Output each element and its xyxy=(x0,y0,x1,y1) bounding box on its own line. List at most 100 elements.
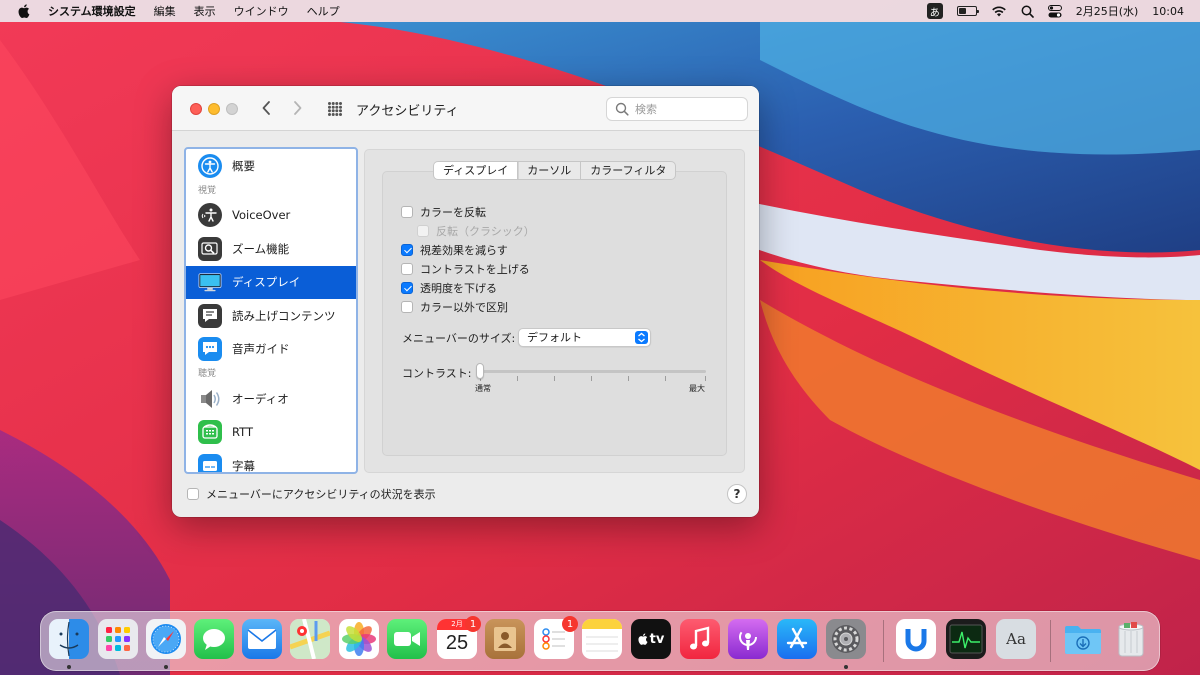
mail-icon[interactable] xyxy=(242,619,282,659)
sidebar-item-label: 概要 xyxy=(232,158,255,173)
back-chevron-icon[interactable] xyxy=(260,99,274,117)
search-input[interactable] xyxy=(635,102,745,116)
input-method-icon[interactable]: あ xyxy=(926,3,943,19)
display-monitor-icon xyxy=(198,270,222,294)
reduce-transparency-checkbox[interactable] xyxy=(401,282,413,294)
increase-contrast-checkbox[interactable] xyxy=(401,263,413,275)
sidebar-item-spoken-content[interactable]: 読み上げコンテンツ xyxy=(186,299,356,333)
reduce-motion-option[interactable]: 視差効果を減らす xyxy=(401,242,508,258)
app-store-icon[interactable] xyxy=(777,619,817,659)
photos-icon[interactable] xyxy=(339,619,379,659)
forward-chevron-icon[interactable] xyxy=(290,99,304,117)
slider-tick xyxy=(517,376,518,381)
accessibility-sidebar[interactable]: 概要 視覚 VoiceOver ズーム機能 ディスプレイ 読み上げコンテンツ 音… xyxy=(184,147,358,474)
search-field[interactable] xyxy=(606,97,748,121)
activity-monitor-icon[interactable] xyxy=(946,619,986,659)
running-indicator xyxy=(164,665,168,669)
display-tabs: ディスプレイ カーソル カラーフィルタ xyxy=(433,161,677,180)
zoom-window-button[interactable] xyxy=(226,103,238,115)
sidebar-item-label: 読み上げコンテンツ xyxy=(232,308,336,323)
messages-icon[interactable] xyxy=(194,619,234,659)
display-options-box: カラーを反転 反転（クラシック） 視差効果を減らす コントラストを上げる 透明度… xyxy=(382,171,727,456)
menubar-date[interactable]: 2月25日(水) xyxy=(1076,3,1139,19)
sidebar-section-vision: 視覚 xyxy=(198,185,217,196)
music-icon[interactable] xyxy=(680,619,720,659)
tab-color-filters[interactable]: カラーフィルタ xyxy=(581,162,675,179)
menu-help[interactable]: ヘルプ xyxy=(307,3,340,19)
safari-icon[interactable] xyxy=(146,619,186,659)
reduce-transparency-option[interactable]: 透明度を下げる xyxy=(401,280,497,296)
increase-contrast-option[interactable]: コントラストを上げる xyxy=(401,261,530,277)
contacts-icon[interactable] xyxy=(485,619,525,659)
show-all-grid-icon[interactable] xyxy=(327,101,343,117)
help-button[interactable]: ? xyxy=(727,484,747,504)
invert-colors-checkbox[interactable] xyxy=(401,206,413,218)
tab-display[interactable]: ディスプレイ xyxy=(434,162,519,179)
differentiate-without-color-option[interactable]: カラー以外で区別 xyxy=(401,299,508,315)
slider-tick xyxy=(628,376,629,381)
apple-tv-icon[interactable]: tv xyxy=(631,619,671,659)
slider-min-label: 通常 xyxy=(475,384,491,393)
battery-icon[interactable] xyxy=(956,6,979,16)
voiceover-icon xyxy=(198,203,222,228)
contrast-slider-track[interactable] xyxy=(480,370,706,373)
window-titlebar: アクセシビリティ xyxy=(172,86,759,131)
sidebar-item-overview[interactable]: 概要 xyxy=(186,149,356,183)
accessibility-icon xyxy=(198,153,222,178)
contrast-slider-thumb[interactable] xyxy=(476,363,484,379)
menu-app-name[interactable]: システム環境設定 xyxy=(48,3,136,19)
sidebar-item-rtt[interactable]: RTT xyxy=(186,416,356,450)
menu-view[interactable]: 表示 xyxy=(194,3,216,19)
tab-cursor[interactable]: カーソル xyxy=(518,162,582,179)
maps-icon[interactable] xyxy=(290,619,330,659)
differentiate-without-color-checkbox[interactable] xyxy=(401,301,413,313)
sidebar-item-captions[interactable]: 字幕 xyxy=(186,449,356,473)
notes-icon[interactable] xyxy=(582,619,622,659)
dictionary-icon[interactable]: Aa xyxy=(996,619,1036,659)
menu-bar: システム環境設定 編集 表示 ウインドウ ヘルプ あ 2月25日(水) 10:0… xyxy=(0,0,1200,22)
invert-colors-option[interactable]: カラーを反転 xyxy=(401,204,486,220)
popup-value: デフォルト xyxy=(527,331,582,344)
sidebar-item-label: 字幕 xyxy=(232,458,255,473)
minimize-window-button[interactable] xyxy=(208,103,220,115)
show-status-checkbox[interactable] xyxy=(187,488,199,500)
spotlight-search-icon[interactable] xyxy=(1021,5,1034,18)
slider-tick xyxy=(665,376,666,381)
dock-separator xyxy=(1050,620,1051,662)
captions-icon xyxy=(198,453,222,472)
sidebar-item-label: ディスプレイ xyxy=(232,275,301,290)
system-preferences-icon[interactable] xyxy=(826,619,866,659)
launchpad-icon[interactable] xyxy=(98,619,138,659)
sidebar-item-zoom[interactable]: ズーム機能 xyxy=(186,232,356,266)
checkbox-label: カラー以外で区別 xyxy=(420,301,508,314)
finder-icon[interactable] xyxy=(49,619,89,659)
trash-icon[interactable] xyxy=(1111,619,1151,659)
running-indicator xyxy=(67,665,71,669)
menubar-size-popup[interactable]: デフォルト xyxy=(518,328,651,347)
checkbox-label: 透明度を下げる xyxy=(420,282,497,295)
audio-description-icon xyxy=(198,337,222,362)
dock-separator xyxy=(883,620,884,662)
apple-menu-icon[interactable] xyxy=(18,4,32,18)
menubar-size-label: メニューバーのサイズ: xyxy=(402,332,516,345)
show-status-option[interactable]: メニューバーにアクセシビリティの状況を表示 xyxy=(187,486,436,502)
reduce-motion-checkbox[interactable] xyxy=(401,244,413,256)
utility-u-icon[interactable] xyxy=(896,619,936,659)
menubar-time[interactable]: 10:04 xyxy=(1152,5,1184,18)
menu-window[interactable]: ウインドウ xyxy=(234,3,289,19)
close-window-button[interactable] xyxy=(190,103,202,115)
sidebar-item-audio[interactable]: オーディオ xyxy=(186,382,356,416)
checkbox-label: 反転（クラシック） xyxy=(436,225,535,238)
wifi-icon[interactable] xyxy=(991,5,1007,17)
menu-edit[interactable]: 編集 xyxy=(154,3,176,19)
sidebar-item-display[interactable]: ディスプレイ xyxy=(186,265,356,299)
control-center-icon[interactable] xyxy=(1047,4,1062,18)
notes-header xyxy=(582,619,622,629)
downloads-folder-icon[interactable] xyxy=(1063,619,1103,659)
facetime-icon[interactable] xyxy=(387,619,427,659)
podcasts-icon[interactable] xyxy=(728,619,768,659)
spoken-content-icon xyxy=(198,303,222,328)
dictionary-label: Aa xyxy=(1006,630,1026,648)
sidebar-item-audio-description[interactable]: 音声ガイド xyxy=(186,333,356,367)
sidebar-item-voiceover[interactable]: VoiceOver xyxy=(186,199,356,233)
